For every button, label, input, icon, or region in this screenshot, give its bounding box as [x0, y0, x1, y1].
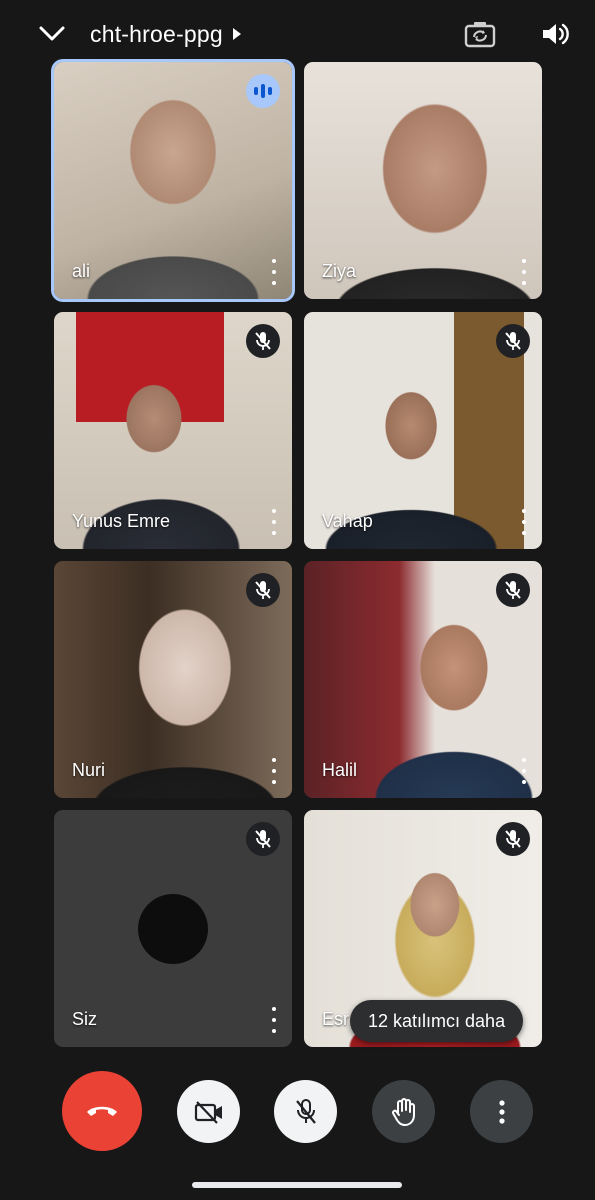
mic-off-icon [246, 573, 280, 607]
raise-hand-button[interactable] [372, 1080, 435, 1143]
mic-off-icon [295, 1098, 316, 1124]
meeting-title-button[interactable]: cht-hroe-ppg [90, 18, 241, 50]
hang-up-icon [87, 1106, 117, 1116]
participant-name: ali [72, 261, 91, 281]
caret-right-icon [232, 28, 241, 40]
participant-tile[interactable]: Vahap [304, 312, 542, 549]
chevron-down-icon[interactable] [36, 20, 68, 48]
participant-tile[interactable]: Yunus Emre [54, 312, 292, 549]
more-options-button[interactable] [470, 1080, 533, 1143]
more-options-icon[interactable] [270, 509, 278, 535]
participant-tile[interactable]: Ziya [304, 62, 542, 299]
avatar [138, 894, 208, 964]
more-participants-label: 12 katılımcı daha [368, 1010, 506, 1031]
more-options-icon[interactable] [270, 758, 278, 784]
participant-name: Ziya [322, 261, 357, 281]
camera-toggle-button[interactable] [177, 1080, 240, 1143]
speaker-icon[interactable] [537, 18, 573, 50]
participant-tile[interactable]: ali [54, 62, 292, 299]
participant-name: Yunus Emre [72, 511, 171, 531]
participant-name: Esr [322, 1009, 349, 1029]
participant-name: Nuri [72, 760, 106, 780]
more-options-icon[interactable] [270, 259, 278, 285]
participant-tile[interactable]: Halil [304, 561, 542, 798]
camera-off-icon [194, 1100, 222, 1124]
top-bar: cht-hroe-ppg [0, 0, 595, 66]
mic-off-icon [246, 822, 280, 856]
participant-name: Siz [72, 1009, 98, 1029]
home-indicator[interactable] [192, 1182, 402, 1188]
more-options-icon[interactable] [270, 1007, 278, 1033]
self-tile[interactable]: Siz [54, 810, 292, 1047]
participant-name: Vahap [322, 511, 373, 531]
end-call-button[interactable] [62, 1071, 142, 1151]
more-options-icon[interactable] [520, 509, 528, 535]
more-options-icon[interactable] [520, 259, 528, 285]
microphone-toggle-button[interactable] [274, 1080, 337, 1143]
mic-off-icon [496, 573, 530, 607]
switch-camera-icon[interactable] [462, 18, 498, 50]
more-participants-button[interactable]: 12 katılımcı daha [350, 1000, 524, 1042]
speaking-indicator-icon [246, 74, 280, 108]
raise-hand-icon [391, 1097, 415, 1126]
more-options-icon[interactable] [520, 758, 528, 784]
participant-tile[interactable]: Nuri [54, 561, 292, 798]
more-vertical-icon [498, 1099, 505, 1124]
mic-off-icon [496, 822, 530, 856]
participant-name: Halil [322, 760, 358, 780]
mic-off-icon [496, 324, 530, 358]
mic-off-icon [246, 324, 280, 358]
meeting-code: cht-hroe-ppg [90, 20, 223, 47]
